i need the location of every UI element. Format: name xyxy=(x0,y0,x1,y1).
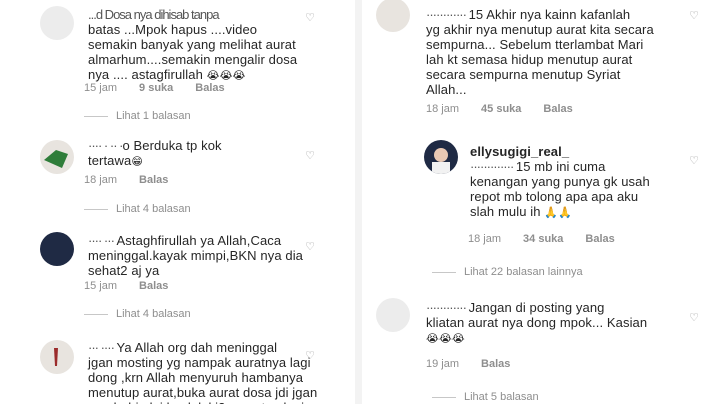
view-replies-link[interactable]: Lihat 22 balasan lainnya xyxy=(432,266,583,278)
username-blurred: ············ xyxy=(426,300,469,315)
heart-outline-icon[interactable]: ♡ xyxy=(688,155,700,167)
comment-username[interactable]: ellysugigi_real_ xyxy=(470,144,569,159)
comment-body: jgan mosting yg nampak auratnya lagi don… xyxy=(88,355,318,404)
comment-meta: 18 jam 45 suka Balas xyxy=(426,103,573,115)
comment-time: 15 jam xyxy=(84,82,118,94)
heart-outline-icon[interactable]: ♡ xyxy=(304,241,316,253)
comment-first-line: ...d Dosa nya dihisab tanpa xyxy=(88,7,220,22)
comment-body: tertawa xyxy=(88,153,132,168)
username-blurred: ···· ··· xyxy=(88,233,117,248)
comment-text: ellysugigi_real_ ············· 15 mb ini… xyxy=(470,144,680,220)
comment-first-line: 15 Akhir nya kainn kafanlah xyxy=(468,7,631,22)
view-replies-link[interactable]: Lihat 5 balasan xyxy=(432,391,539,403)
reply-button[interactable]: Balas xyxy=(195,82,224,94)
heart-outline-icon[interactable]: ♡ xyxy=(688,10,700,22)
replies-divider xyxy=(432,396,456,398)
comment-likes[interactable]: 34 suka xyxy=(523,233,563,245)
view-replies-link[interactable]: Lihat 4 balasan xyxy=(84,308,191,320)
comment-time: 19 jam xyxy=(426,358,460,370)
reply-button[interactable]: Balas xyxy=(585,233,614,245)
heart-outline-icon[interactable]: ♡ xyxy=(304,150,316,162)
comment-likes[interactable]: 9 suka xyxy=(139,82,173,94)
view-replies-label: Lihat 22 balasan lainnya xyxy=(464,266,583,278)
replies-divider xyxy=(84,115,108,117)
username-blurred: ···· · ·· · xyxy=(88,138,123,153)
comment-first-line: Jangan di posting yang xyxy=(468,300,605,315)
comment-first-line: 15 mb ini cuma xyxy=(515,159,606,174)
commenter-avatar[interactable] xyxy=(376,0,410,32)
view-replies-label: Lihat 5 balasan xyxy=(464,391,539,403)
reply-button[interactable]: Balas xyxy=(543,103,572,115)
comment-meta: 18 jam 34 suka Balas xyxy=(468,233,615,245)
replies-divider xyxy=(84,313,108,315)
avatar-image xyxy=(54,348,58,366)
comment-first-line: o Berduka tp kok xyxy=(122,138,222,153)
comment-meta: 19 jam Balas xyxy=(426,358,510,370)
comment-first-line: Astaghfirullah ya Allah,Caca xyxy=(116,233,282,248)
view-replies-label: Lihat 4 balasan xyxy=(116,308,191,320)
comment-time: 18 jam xyxy=(84,174,118,186)
view-replies-label: Lihat 1 balasan xyxy=(116,110,191,122)
comment-first-line: Ya Allah org dah meninggal xyxy=(116,340,278,355)
commenter-avatar[interactable] xyxy=(40,340,74,374)
reply-button[interactable]: Balas xyxy=(139,280,168,292)
avatar-image xyxy=(44,150,68,168)
comment-text: ···· · ·· ·o Berduka tp kok tertawa😁 xyxy=(88,138,308,169)
commenter-avatar[interactable] xyxy=(40,232,74,266)
comment-time: 15 jam xyxy=(84,280,118,292)
comment-body: meninggal.kayak mimpi,BKN nya dia sehat2… xyxy=(88,248,304,278)
comment-emoji: 😭😭😭 xyxy=(206,69,246,82)
comment-meta: 15 jam 9 suka Balas xyxy=(84,82,225,94)
replies-divider xyxy=(84,208,108,210)
view-replies-link[interactable]: Lihat 1 balasan xyxy=(84,110,191,122)
comment-text: ············ 15 Akhir nya kainn kafanlah… xyxy=(426,7,696,97)
comment-text: ············ Jangan di posting yang klia… xyxy=(426,300,696,346)
comment-text: ···· ··· Astaghfirullah ya Allah,Caca me… xyxy=(88,233,328,278)
mention-blurred: ············· xyxy=(470,159,516,174)
username-blurred: ············ xyxy=(426,7,469,22)
heart-outline-icon[interactable]: ♡ xyxy=(304,350,316,362)
commenter-avatar[interactable] xyxy=(40,6,74,40)
screenshot-divider xyxy=(355,0,362,404)
commenter-avatar[interactable] xyxy=(40,140,74,174)
comment-emoji: 🙏🙏 xyxy=(544,206,572,219)
commenter-avatar[interactable] xyxy=(424,140,458,174)
replies-divider xyxy=(432,271,456,273)
avatar-image xyxy=(432,148,450,174)
comment-emoji: 😁 xyxy=(131,155,143,168)
reply-button[interactable]: Balas xyxy=(139,174,168,186)
heart-outline-icon[interactable]: ♡ xyxy=(688,312,700,324)
comment-body: yg akhir nya menutup aurat kita secara s… xyxy=(426,22,654,97)
username-blurred: ··· ···· xyxy=(88,340,117,355)
reply-button[interactable]: Balas xyxy=(481,358,510,370)
comment-likes[interactable]: 45 suka xyxy=(481,103,521,115)
view-replies-label: Lihat 4 balasan xyxy=(116,203,191,215)
left-comments-panel: ...d Dosa nya dihisab tanpa batas ...Mpo… xyxy=(0,0,355,404)
comment-body: kliatan aurat nya dong mpok... Kasian xyxy=(426,315,648,330)
view-replies-link[interactable]: Lihat 4 balasan xyxy=(84,203,191,215)
heart-outline-icon[interactable]: ♡ xyxy=(304,12,316,24)
right-comments-panel: ············ 15 Akhir nya kainn kafanlah… xyxy=(362,0,720,404)
comment-time: 18 jam xyxy=(468,233,502,245)
comment-emoji: 😭😭😭 xyxy=(426,332,465,345)
comment-text: ...d Dosa nya dihisab tanpa batas ...Mpo… xyxy=(88,7,338,83)
comment-body: batas ...Mpok hapus ....video semakin ba… xyxy=(88,22,298,82)
commenter-avatar[interactable] xyxy=(376,298,410,332)
comment-text: ··· ···· Ya Allah org dah meninggal jgan… xyxy=(88,340,338,404)
comment-meta: 15 jam Balas xyxy=(84,280,168,292)
comment-meta: 18 jam Balas xyxy=(84,174,168,186)
comment-time: 18 jam xyxy=(426,103,460,115)
